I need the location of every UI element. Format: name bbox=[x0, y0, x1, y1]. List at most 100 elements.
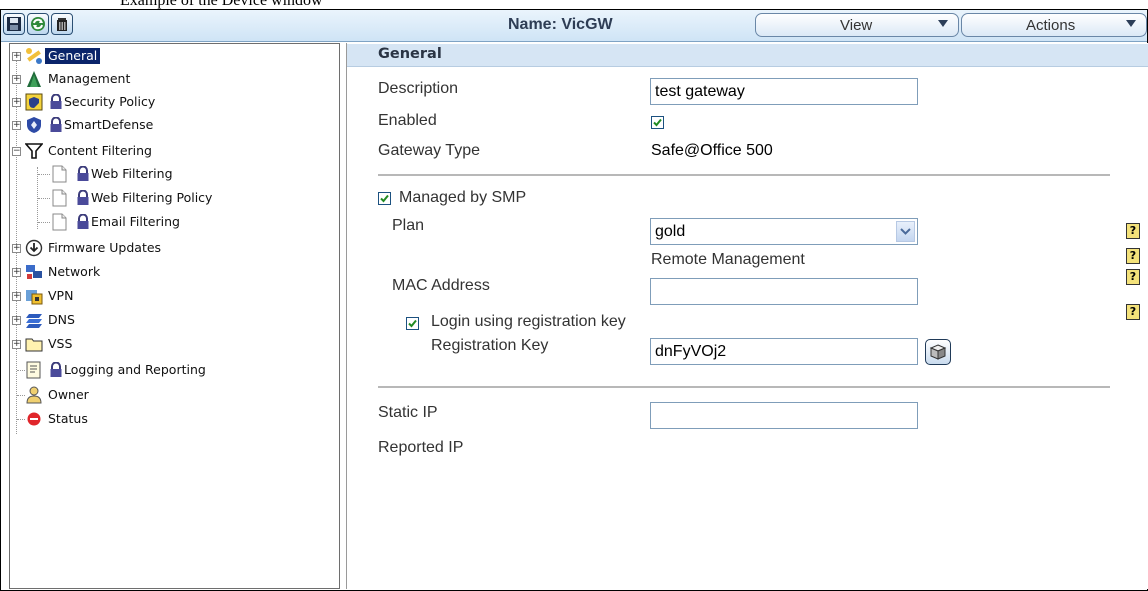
tree-item-status[interactable]: Status bbox=[10, 409, 310, 429]
checkmark-icon bbox=[380, 194, 389, 203]
filter-icon bbox=[25, 143, 43, 159]
plan-selected-value: gold bbox=[655, 223, 686, 240]
lock-icon bbox=[50, 94, 62, 109]
tree-item-label: VPN bbox=[48, 288, 74, 303]
tree-item-content-filtering[interactable]: − Content Filtering bbox=[10, 141, 310, 161]
static-ip-label: Static IP bbox=[378, 404, 438, 421]
policy-icon bbox=[25, 93, 43, 111]
tree-item-web-filtering[interactable]: Web Filtering bbox=[10, 164, 310, 184]
tree-item-logging-reporting[interactable]: Logging and Reporting bbox=[10, 360, 310, 380]
caption: Example of the Device window bbox=[120, 0, 323, 9]
tree-item-label: Management bbox=[48, 71, 131, 86]
checkmark-icon bbox=[408, 319, 417, 328]
tree-item-network[interactable]: + Network bbox=[10, 262, 310, 282]
tree-item-label: Web Filtering Policy bbox=[91, 190, 213, 205]
tree-item-label: DNS bbox=[48, 312, 75, 327]
tree-item-label: Network bbox=[48, 264, 101, 279]
section-header: General bbox=[347, 44, 1148, 67]
device-name-label: Name: VicGW bbox=[508, 16, 613, 33]
help-icon[interactable]: ? bbox=[1126, 269, 1140, 285]
toolbar: Name: VicGW View Actions bbox=[1, 10, 1147, 42]
mac-address-field[interactable] bbox=[650, 278, 918, 305]
lock-icon bbox=[77, 166, 89, 181]
plan-note: Remote Management bbox=[651, 251, 805, 268]
plan-select[interactable]: gold bbox=[650, 218, 918, 245]
tree-item-label: Status bbox=[48, 411, 88, 426]
status-icon bbox=[27, 412, 41, 426]
mac-address-label: MAC Address bbox=[392, 277, 490, 294]
general-properties-panel: General Description Enabled Gateway Type… bbox=[346, 43, 1148, 589]
tree-item-email-filtering[interactable]: Email Filtering bbox=[10, 212, 310, 232]
view-menu-label: View bbox=[840, 17, 873, 34]
static-ip-field[interactable] bbox=[650, 402, 918, 429]
tree-item-label: General bbox=[45, 48, 101, 64]
trash-icon bbox=[57, 18, 67, 31]
tree-item-general[interactable]: + General bbox=[10, 46, 310, 66]
tree-item-owner[interactable]: Owner bbox=[10, 385, 310, 405]
enabled-label: Enabled bbox=[378, 112, 437, 129]
view-menu-button[interactable]: View bbox=[755, 13, 959, 37]
tree-item-label: SmartDefense bbox=[64, 117, 154, 132]
chevron-down-icon bbox=[938, 20, 948, 27]
device-window: Name: VicGW View Actions + General + Man… bbox=[0, 9, 1148, 591]
tree-item-dns[interactable]: + DNS bbox=[10, 310, 310, 330]
lock-icon bbox=[77, 214, 89, 229]
delete-button[interactable] bbox=[51, 13, 73, 35]
page-icon bbox=[52, 165, 67, 183]
tree-item-security-policy[interactable]: + Security Policy bbox=[10, 92, 310, 112]
actions-menu-button[interactable]: Actions bbox=[961, 13, 1147, 37]
section-title: General bbox=[378, 46, 442, 62]
login-registration-key-checkbox[interactable] bbox=[406, 317, 419, 330]
lock-icon bbox=[50, 362, 62, 377]
tree-item-vpn[interactable]: + VPN bbox=[10, 286, 310, 306]
managed-by-smp-checkbox[interactable] bbox=[378, 192, 391, 205]
tree-item-label: Security Policy bbox=[64, 94, 156, 109]
help-icon[interactable]: ? bbox=[1126, 304, 1140, 320]
generate-key-button[interactable] bbox=[925, 339, 951, 365]
refresh-button[interactable] bbox=[27, 13, 49, 35]
dice-icon bbox=[929, 344, 947, 360]
tree-item-web-filtering-policy[interactable]: Web Filtering Policy bbox=[10, 188, 310, 208]
tree-item-label: VSS bbox=[48, 336, 73, 351]
description-label: Description bbox=[378, 80, 459, 97]
navigation-tree: + General + Management + Security Policy… bbox=[9, 43, 340, 589]
actions-menu-label: Actions bbox=[1026, 17, 1076, 34]
divider bbox=[378, 386, 1110, 388]
divider bbox=[378, 174, 1110, 176]
refresh-icon bbox=[31, 17, 45, 31]
managed-by-smp-label: Managed by SMP bbox=[399, 189, 527, 206]
dns-icon bbox=[26, 314, 42, 328]
help-icon[interactable]: ? bbox=[1126, 223, 1140, 239]
plan-label: Plan bbox=[392, 217, 425, 234]
save-icon bbox=[7, 17, 21, 31]
tree-item-label: Content Filtering bbox=[48, 143, 152, 158]
vpn-icon bbox=[26, 290, 43, 305]
tree-item-smartdefense[interactable]: + SmartDefense bbox=[10, 115, 310, 135]
save-button[interactable] bbox=[3, 13, 25, 35]
log-icon bbox=[26, 361, 41, 379]
lock-icon bbox=[77, 190, 89, 205]
enabled-checkbox[interactable] bbox=[651, 116, 664, 129]
tree-item-management[interactable]: + Management bbox=[10, 69, 310, 89]
reported-ip-label: Reported IP bbox=[378, 439, 464, 456]
help-icon[interactable]: ? bbox=[1126, 248, 1140, 264]
chevron-down-icon bbox=[896, 221, 915, 242]
tree-item-label: Logging and Reporting bbox=[64, 362, 206, 377]
download-icon bbox=[25, 239, 43, 257]
gateway-type-value: Safe@Office 500 bbox=[651, 142, 773, 159]
login-registration-key-label: Login using registration key bbox=[431, 313, 626, 330]
chevron-down-icon bbox=[1126, 20, 1136, 27]
shield-icon bbox=[27, 117, 41, 133]
registration-key-label: Registration Key bbox=[431, 337, 549, 354]
network-icon bbox=[26, 265, 42, 279]
tree-item-vss[interactable]: + VSS bbox=[10, 334, 310, 354]
tree-item-label: Email Filtering bbox=[91, 214, 180, 229]
antenna-icon bbox=[27, 71, 41, 87]
gateway-type-label: Gateway Type bbox=[378, 142, 480, 159]
registration-key-field[interactable] bbox=[650, 338, 918, 365]
tree-item-label: Web Filtering bbox=[91, 166, 173, 181]
tree-item-label: Firmware Updates bbox=[48, 240, 162, 255]
checkmark-icon bbox=[653, 118, 662, 127]
description-field[interactable] bbox=[650, 78, 918, 105]
tree-item-firmware-updates[interactable]: + Firmware Updates bbox=[10, 238, 310, 258]
